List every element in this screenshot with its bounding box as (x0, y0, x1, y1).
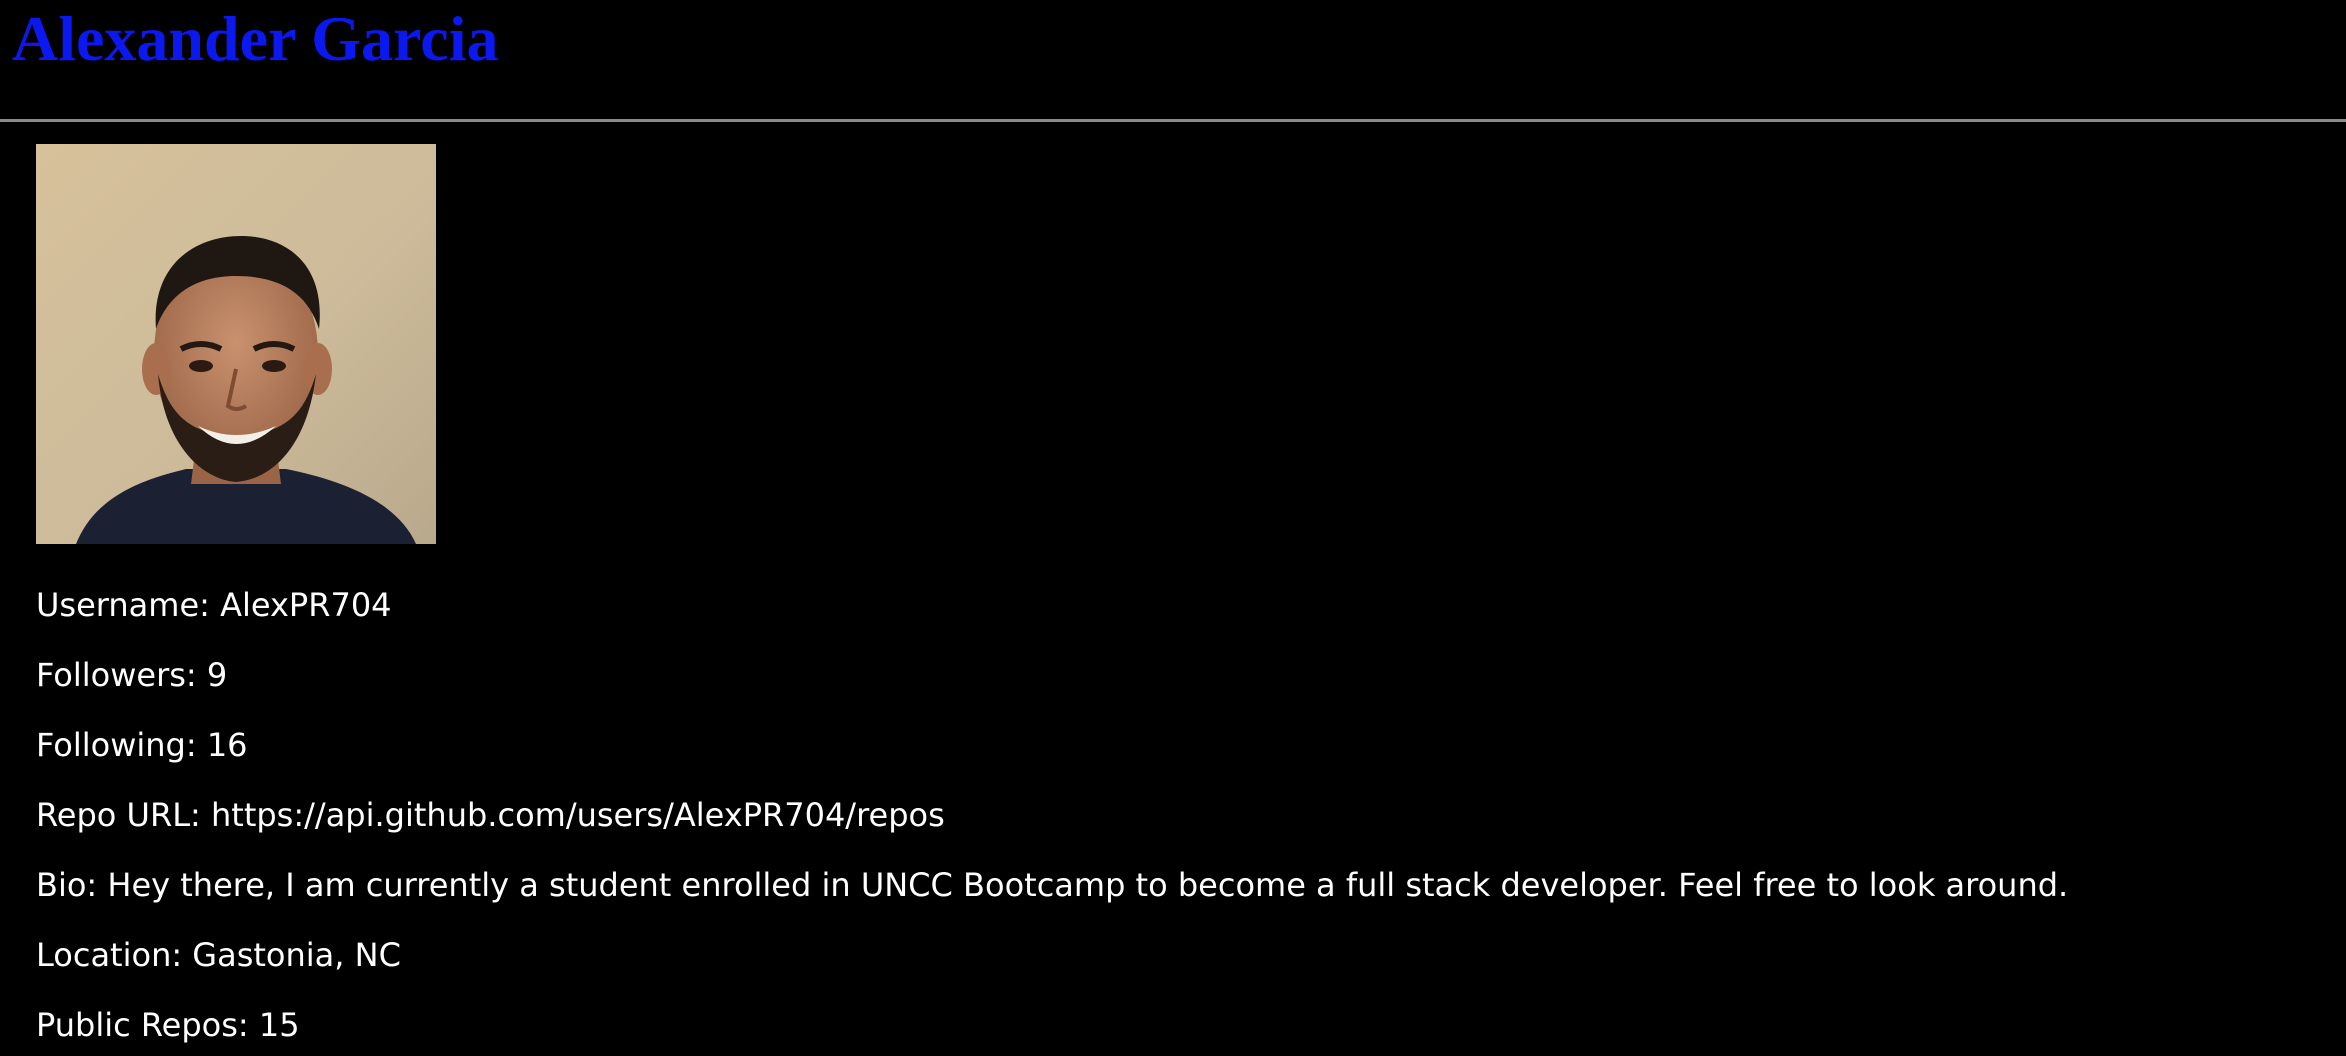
username-text: Username: AlexPR704 (36, 586, 392, 624)
following-text: Following: 16 (36, 726, 248, 764)
header-divider (0, 119, 2346, 122)
followers-text: Followers: 9 (36, 656, 228, 694)
bio-text: Bio: Hey there, I am currently a student… (36, 866, 2069, 904)
repo-url-text: Repo URL: https://api.github.com/users/A… (36, 796, 945, 834)
profile-photo-icon (36, 144, 436, 544)
public-repos-text: Public Repos: 15 (36, 1006, 300, 1044)
location-text: Location: Gastonia, NC (36, 936, 401, 974)
page-title: Alexander Garcia (12, 3, 499, 74)
avatar (36, 144, 436, 544)
